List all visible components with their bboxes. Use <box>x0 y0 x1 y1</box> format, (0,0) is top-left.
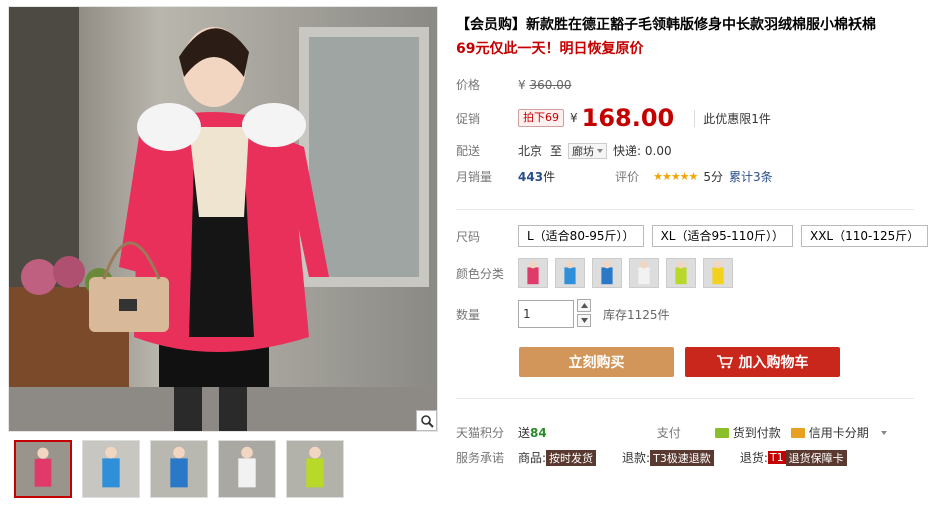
refund-label: 退款: <box>622 451 651 465</box>
promo-note: 此优惠限1件 <box>694 109 771 127</box>
model-photo <box>9 7 437 431</box>
total-reviews-link[interactable]: 累计3条 <box>729 168 773 185</box>
quantity-input[interactable] <box>518 300 574 328</box>
points-row: 天猫积分 送 84 支付 货到付款 信用卡分期 <box>456 424 887 441</box>
return-tag-prefix: T1 <box>767 451 786 464</box>
add-to-cart-label: 加入购物车 <box>738 355 809 371</box>
main-product-image[interactable] <box>8 6 438 432</box>
size-option-xxl[interactable]: XXL（110-125斤） <box>800 225 929 247</box>
pay-label: 支付 <box>656 426 681 440</box>
currency-symbol: ¥ <box>518 77 526 92</box>
goods-tag[interactable]: 按时发货 <box>546 449 597 466</box>
divider <box>456 398 914 399</box>
magnifier-icon <box>420 414 434 428</box>
color-swatch-list <box>518 258 740 288</box>
arrow-up-icon <box>580 303 588 308</box>
product-subtitle: 69元仅此一天！明日恢复原价 <box>456 41 644 57</box>
points-label: 天猫积分 <box>456 426 505 440</box>
service-label: 服务承诺 <box>456 451 505 465</box>
size-label: 尺码 <box>456 229 481 244</box>
points-value: 84 <box>530 425 547 440</box>
promo-badge: 拍下69 <box>518 109 564 127</box>
rating-score: 5分 <box>703 170 724 184</box>
promo-label: 促销 <box>456 111 481 126</box>
color-swatch-sky-blue[interactable] <box>555 258 585 288</box>
thumbnail-white[interactable] <box>218 440 276 498</box>
price-row: 价格 ¥ 360.00 <box>456 76 571 93</box>
promo-currency: ¥ <box>570 111 578 125</box>
quantity-label: 数量 <box>456 307 481 322</box>
credit-option[interactable]: 信用卡分期 <box>790 424 887 441</box>
increase-button[interactable] <box>577 299 591 312</box>
credit-label: 信用卡分期 <box>808 426 869 440</box>
ship-from: 北京 <box>518 144 543 158</box>
sales-unit: 件 <box>543 170 556 184</box>
sales-row: 月销量 443 件 评价 ★★★★★ 5分 累计3条 <box>456 168 773 185</box>
quantity-stepper <box>577 299 591 329</box>
promo-row: 促销 拍下69 ¥ 168.00 此优惠限1件 <box>456 104 771 132</box>
refund-tag[interactable]: T3极速退款 <box>650 449 714 466</box>
zoom-button[interactable] <box>416 410 437 431</box>
ship-to-word: 至 <box>550 144 563 158</box>
chevron-down-icon <box>597 148 604 153</box>
size-option-l[interactable]: L（适合80-95斤）） <box>518 225 644 247</box>
review-label: 评价 <box>615 170 640 184</box>
cod-option: 货到付款 <box>714 424 781 441</box>
original-price-value: 360.00 <box>529 77 572 92</box>
decrease-button[interactable] <box>577 314 591 327</box>
original-price: ¥ 360.00 <box>518 78 571 92</box>
return-label: 退货: <box>739 451 768 465</box>
buy-now-button[interactable]: 立刻购买 <box>519 347 674 377</box>
thumbnail-strip <box>14 440 344 498</box>
color-swatch-rose-red[interactable] <box>518 258 548 288</box>
thumbnail-rose[interactable] <box>14 440 72 498</box>
product-title: 【会员购】新款胜在德正豁子毛领韩版修身中长款羽绒棉服小棉袄棉 <box>456 17 876 33</box>
city-select[interactable]: 廊坊 <box>568 142 608 159</box>
size-row: 尺码 L（适合80-95斤）） XL（适合95-110斤）） XXL（110-1… <box>456 225 930 247</box>
chevron-down-icon <box>880 430 887 435</box>
thumbnail-blue[interactable] <box>150 440 208 498</box>
promo-price: 168.00 <box>581 104 675 132</box>
thumbnail-sky-blue[interactable] <box>82 440 140 498</box>
quantity-row: 数量 库存1125件 <box>456 299 670 329</box>
sales-count: 443 <box>518 169 544 184</box>
city-value: 廊坊 <box>572 144 595 158</box>
shipping-label: 配送 <box>456 144 481 158</box>
sales-label: 月销量 <box>456 170 493 184</box>
arrow-down-icon <box>580 318 588 323</box>
points-prefix: 送 <box>518 426 531 440</box>
color-swatch-white[interactable] <box>629 258 659 288</box>
cash-icon <box>714 427 729 438</box>
color-row: 颜色分类 <box>456 258 740 288</box>
rating-stars: ★★★★★ <box>653 170 698 183</box>
express-fee: 快递: 0.00 <box>613 144 672 158</box>
divider <box>456 209 914 210</box>
add-to-cart-button[interactable]: 加入购物车 <box>685 347 840 377</box>
color-label: 颜色分类 <box>456 266 505 281</box>
thumbnail-lime[interactable] <box>286 440 344 498</box>
color-swatch-blue[interactable] <box>592 258 622 288</box>
goods-label: 商品: <box>518 451 547 465</box>
price-label: 价格 <box>456 78 481 92</box>
size-option-xl[interactable]: XL（适合95-110斤）） <box>651 225 793 247</box>
cod-label: 货到付款 <box>732 426 781 440</box>
shipping-row: 配送 北京 至 廊坊 快递: 0.00 <box>456 142 672 159</box>
return-tag[interactable]: 退货保障卡 <box>785 449 847 466</box>
cart-icon <box>716 355 733 369</box>
service-row: 服务承诺 商品: 按时发货 退款: T3极速退款 退货: T1 退货保障卡 <box>456 449 847 466</box>
color-swatch-lime[interactable] <box>666 258 696 288</box>
color-swatch-yellow[interactable] <box>703 258 733 288</box>
credit-card-icon <box>790 427 805 438</box>
stock-count: 库存1125件 <box>603 307 670 322</box>
